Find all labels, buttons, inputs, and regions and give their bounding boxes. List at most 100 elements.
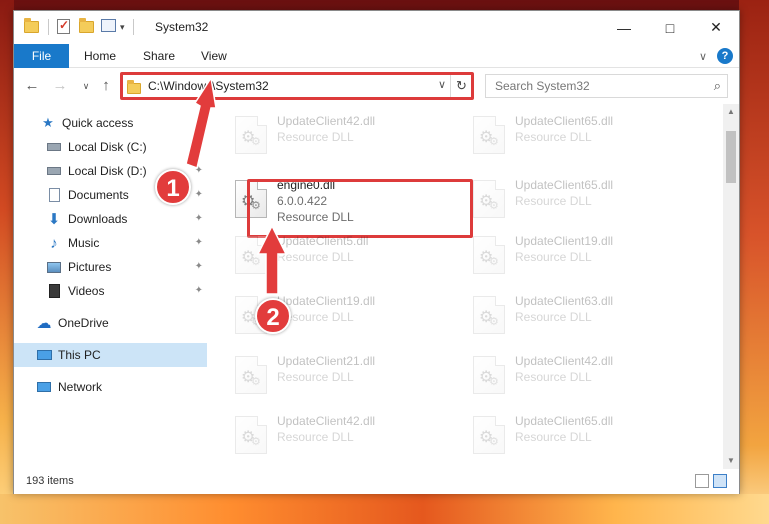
file-type: Resource DLL [277, 130, 354, 144]
customize-toolbar-dropdown-icon[interactable]: ▾ [120, 22, 125, 33]
file-item[interactable]: ⚙ ⚙ UpdateClient65.dll Resource DLL [467, 410, 687, 462]
pin-icon[interactable]: ✦ [195, 285, 203, 296]
file-name: UpdateClient63.dll [515, 294, 614, 308]
pin-icon[interactable]: ✦ [195, 213, 203, 224]
desktop-background-right [739, 0, 769, 524]
search-box[interactable]: Search System32 ⌕ [485, 74, 728, 98]
forward-button[interactable]: → [50, 76, 70, 96]
navigation-bar: ← → ∨ ↑ C:\Windows\System32 ∨ ↻ Search S… [14, 71, 739, 101]
search-placeholder[interactable]: Search System32 [495, 79, 590, 93]
minimize-button[interactable]: — [601, 11, 647, 44]
cloud-icon: ☁ [36, 315, 52, 332]
pin-icon[interactable]: ✦ [195, 261, 203, 272]
ribbon-controls: ∨ ? [699, 48, 733, 64]
file-type: Resource DLL [277, 250, 354, 264]
sidebar-item-label: Local Disk (D:) [68, 164, 147, 178]
tab-share[interactable]: Share [129, 44, 189, 68]
maximize-button[interactable]: □ [647, 11, 693, 44]
file-type: Resource DLL [277, 370, 354, 384]
download-icon: ⬇ [47, 211, 61, 228]
recent-locations-icon[interactable]: ∨ [76, 76, 96, 96]
file-item[interactable]: ⚙ ⚙ UpdateClient21.dll Resource DLL [229, 350, 449, 402]
file-name: UpdateClient65.dll [515, 178, 614, 192]
file-name: UpdateClient42.dll [515, 354, 614, 368]
scrollbar-thumb[interactable] [726, 131, 736, 183]
file-type: Resource DLL [515, 130, 592, 144]
tab-file[interactable]: File [14, 44, 69, 68]
sidebar-item-label: Network [58, 380, 103, 394]
sidebar-item-local-disk-c[interactable]: Local Disk (C:) ✦ [14, 135, 207, 159]
details-view-icon[interactable] [695, 474, 709, 488]
sidebar-item-network[interactable]: Network [14, 375, 207, 399]
tab-home[interactable]: Home [70, 44, 130, 68]
properties-icon[interactable] [101, 19, 117, 35]
drive-icon [46, 163, 62, 179]
search-icon[interactable]: ⌕ [714, 78, 721, 94]
expand-ribbon-icon[interactable]: ∨ [699, 50, 707, 63]
file-item[interactable]: ⚙⚙ UpdateClient19.dll Resource DLL [467, 230, 687, 282]
documents-icon [46, 187, 62, 203]
sidebar-item-this-pc[interactable]: This PC [14, 343, 207, 367]
folder-icon [24, 18, 40, 35]
dll-file-icon: ⚙⚙ [473, 180, 505, 218]
help-icon[interactable]: ? [717, 48, 733, 64]
toolbar-separator [132, 19, 134, 35]
star-icon: ★ [42, 115, 54, 130]
network-icon [36, 379, 52, 395]
sidebar-item-onedrive[interactable]: ☁ OneDrive [14, 311, 207, 335]
sidebar-item-label: Pictures [68, 260, 112, 274]
pin-icon[interactable]: ✦ [195, 189, 203, 200]
sidebar-item-music[interactable]: ♪ Music ✦ [14, 231, 207, 255]
sidebar-item-label: Quick access [62, 116, 134, 130]
window-title: System32 [155, 20, 209, 34]
navigation-pane: ★ Quick access Local Disk (C:) ✦ Local D… [14, 104, 207, 469]
up-button[interactable]: ↑ [96, 76, 116, 96]
scroll-down-icon[interactable]: ▼ [723, 453, 739, 469]
scroll-up-icon[interactable]: ▲ [723, 104, 739, 120]
file-name: UpdateClient65.dll [515, 114, 614, 128]
address-bar-highlight [120, 72, 474, 100]
sidebar-item-quick-access[interactable]: ★ Quick access [14, 111, 207, 135]
new-folder-icon[interactable] [79, 18, 95, 35]
file-type: Resource DLL [515, 310, 592, 324]
dll-file-icon: ⚙⚙ [473, 356, 505, 394]
pin-icon[interactable]: ✦ [195, 141, 203, 152]
dll-file-icon: ⚙⚙ [235, 416, 267, 454]
file-name: UpdateClient42.dll [277, 114, 376, 128]
close-button[interactable]: ✕ [693, 11, 739, 44]
file-item[interactable]: ⚙ ⚙ UpdateClient42.dll Resource DLL [229, 410, 449, 462]
sidebar-item-label: Local Disk (C:) [68, 140, 147, 154]
desktop-background-bottom [0, 494, 769, 524]
tab-view[interactable]: View [187, 44, 241, 68]
sidebar-item-label: Documents [68, 188, 129, 202]
sidebar-item-downloads[interactable]: ⬇ Downloads ✦ [14, 207, 207, 231]
file-type: Resource DLL [515, 194, 592, 208]
file-type: Resource DLL [515, 370, 592, 384]
pictures-icon [46, 259, 62, 275]
item-count: 193 items [26, 475, 74, 487]
file-item[interactable]: ⚙ ⚙ UpdateClient5.dll Resource DLL [229, 230, 449, 282]
ribbon: File Home Share View ∨ ? [14, 44, 739, 68]
sidebar-item-label: Downloads [68, 212, 128, 226]
sidebar-item-videos[interactable]: Videos ✦ [14, 279, 207, 303]
file-item[interactable]: ⚙ ⚙ UpdateClient42.dll Resource DLL [229, 110, 449, 162]
pin-icon[interactable]: ✦ [195, 237, 203, 248]
file-item[interactable]: ⚙ ⚙ UpdateClient42.dll Resource DLL [467, 350, 687, 402]
sidebar-item-label: Music [68, 236, 100, 250]
tiles-view-icon[interactable] [713, 474, 727, 488]
music-icon: ♪ [50, 234, 58, 252]
vertical-scrollbar[interactable]: ▲ ▼ [723, 104, 739, 469]
properties-check-icon[interactable] [57, 18, 73, 35]
file-name: UpdateClient19.dll [515, 234, 614, 248]
step-2-badge: 2 [255, 298, 291, 334]
back-button[interactable]: ← [22, 76, 42, 96]
file-item[interactable]: ⚙ ⚙ UpdateClient63.dll Resource DLL [467, 290, 687, 342]
file-type: Resource DLL [277, 310, 354, 324]
file-list: ⚙ ⚙ UpdateClient42.dll Resource DLL ⚙ ⚙ Upd… [207, 104, 725, 469]
sidebar-item-pictures[interactable]: Pictures ✦ [14, 255, 207, 279]
pin-icon[interactable]: ✦ [195, 165, 203, 176]
dll-file-icon: ⚙⚙ [473, 116, 505, 154]
file-item[interactable]: ⚙ ⚙ UpdateClient65.dll Resource DLL [467, 174, 687, 226]
file-name: UpdateClient65.dll [515, 414, 614, 428]
file-item[interactable]: ⚙ ⚙ UpdateClient65.dll Resource DLL [467, 110, 687, 162]
